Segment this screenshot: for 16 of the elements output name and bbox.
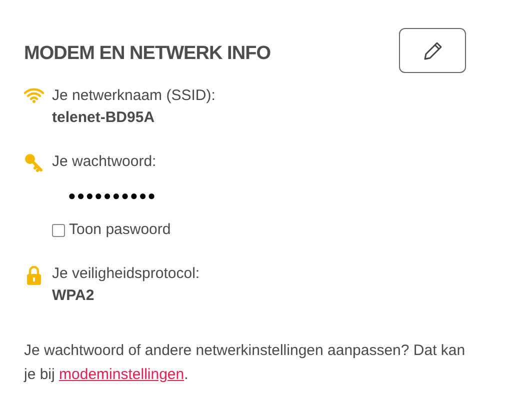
help-text: Je wachtwoord of andere netwerkinstellingen aanpassen? Dat kan je bij modeminstellingen. xyxy=(24,341,466,385)
settings-link[interactable]: modeminstellingen xyxy=(59,366,184,383)
checkbox-label: Toon paswoord xyxy=(69,220,171,240)
section-title: MODEM EN NETWERK INFO xyxy=(24,42,271,66)
wifi-icon xyxy=(24,87,44,103)
key-icon xyxy=(24,153,44,173)
field-value: telenet-BD95A xyxy=(52,108,156,128)
field-value: WPA2 xyxy=(52,286,96,306)
pencil-icon xyxy=(422,40,444,62)
lock-icon xyxy=(26,265,42,285)
edit-button[interactable] xyxy=(399,28,466,73)
field-label: Je veiligheidsprotocol: xyxy=(52,264,200,284)
checkbox[interactable] xyxy=(52,224,65,236)
field-label: Je netwerknaam (SSID): xyxy=(52,86,216,106)
field-label: Je wachtwoord: xyxy=(52,152,158,172)
password-value: ●●●●●●●●●● xyxy=(68,187,158,205)
